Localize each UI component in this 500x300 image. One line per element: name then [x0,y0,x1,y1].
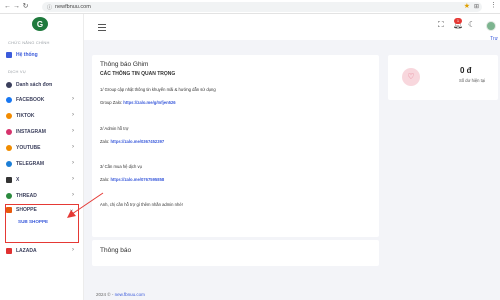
sidebar-item-label: X [16,177,20,183]
bookmark-star-icon[interactable]: ★ [464,2,470,12]
card-title: Thông báo Ghim [100,61,149,68]
browser-toolbar: ← → ↻ ⓘ newfbnuu.com ★ ⊞ ⋮ [0,0,500,14]
sidebar-item-thread[interactable]: THREAD › [6,191,78,201]
sidebar-item-label: TELEGRAM [16,161,45,167]
avatar[interactable] [486,21,496,31]
sidebar-item-instagram[interactable]: INSTAGRAM › [6,127,78,137]
sidebar-item-label: YOUTUBE [16,145,41,151]
sidebar-item-youtube[interactable]: YOUTUBE › [6,143,78,153]
notice-line: Anh, chị cần hỗ trợ gì thêm nhắn admin n… [100,202,183,207]
card-title: Thông báo [100,247,132,254]
sidebar: G CHỨC NĂNG CHÍNH Hệ thống DỊCH VỤ Danh … [0,14,84,300]
chevron-right-icon: › [72,247,74,253]
user-icon [6,82,12,88]
trust-link[interactable]: Trư [490,36,498,42]
telegram-icon [6,161,12,167]
sidebar-item-telegram[interactable]: TELEGRAM › [6,159,78,169]
pinned-notice-card: Thông báo Ghim CÁC THÔNG TIN QUAN TRỌNG … [92,55,379,237]
browser-menu-icon[interactable]: ⋮ [490,1,497,9]
notice-line: 1/ Group cập nhật thông tin khuyến mãi &… [100,87,216,92]
youtube-icon [6,145,12,151]
logo[interactable]: G [32,17,48,31]
facebook-icon [6,97,12,103]
notice-line: 3/ Cần mua hệ dịch vụ [100,164,142,169]
sidebar-subitem-sub-shoppe[interactable]: SUB SHOPPE [18,219,48,224]
chevron-right-icon: › [72,160,74,166]
chevron-right-icon: › [72,128,74,134]
zalo-service-link[interactable]: https://zalo.me/0767595858 [110,177,164,182]
shopee-icon [6,207,12,213]
sidebar-item-shoppe[interactable]: SHOPPE ⌄ [6,205,78,215]
zalo-group-link[interactable]: https://zalo.me/g/Infjen526 [123,100,175,105]
top-header: ⛶ 🔔︎ 1 ☾ [84,14,500,40]
zalo-admin-link[interactable]: https://zalo.me/0367452397 [110,139,164,144]
footer: 2024 © - new.fbnuu.com [96,292,145,297]
section-label-main: CHỨC NĂNG CHÍNH [8,40,50,45]
sidebar-item-label: SHOPPE [16,207,37,213]
chevron-right-icon: › [72,96,74,102]
footer-link[interactable]: new.fbnuu.com [115,292,145,297]
logo-text: G [36,19,44,29]
lazada-icon [6,248,12,254]
chevron-right-icon: › [72,112,74,118]
notice-line: Zalo: https://zalo.me/0767595858 [100,177,165,182]
chevron-right-icon: › [72,192,74,198]
sidebar-item-label: TIKTOK [16,113,35,119]
extensions-icon[interactable]: ⊞ [474,2,479,12]
chevron-right-icon: › [72,176,74,182]
sidebar-item-label: LAZADA [16,248,37,254]
balance-caption: Số dư hiện tại [459,78,486,83]
sidebar-item-label: FACEBOOK [16,97,45,103]
fullscreen-icon[interactable]: ⛶ [438,20,444,30]
back-icon[interactable]: ← [3,1,12,13]
sidebar-item-x[interactable]: X › [6,175,78,185]
chevron-down-icon: ⌄ [68,207,74,213]
chevron-right-icon: › [72,144,74,150]
sidebar-item-label: THREAD [16,193,37,199]
notification-badge: 1 [454,18,462,24]
notice-line: 2/ Admin hỗ trợ [100,126,129,131]
card-heading: CÁC THÔNG TIN QUAN TRỌNG [100,71,176,77]
instagram-icon [6,129,12,135]
monitor-icon [6,52,12,58]
sidebar-item-system[interactable]: Hệ thống [6,50,78,60]
section-label-services: DỊCH VỤ [8,69,26,74]
notice-card: Thông báo [92,240,379,266]
sidebar-item-orders[interactable]: Danh sách đơn [6,80,78,90]
x-icon [6,177,12,183]
moon-icon[interactable]: ☾ [468,20,475,29]
address-bar[interactable]: ⓘ newfbnuu.com ★ ⊞ [42,2,482,12]
hamburger-menu-icon[interactable] [98,24,106,33]
sidebar-item-label: Danh sách đơn [16,82,53,88]
sidebar-item-lazada[interactable]: LAZADA › [6,246,78,256]
reload-icon[interactable]: ↻ [21,1,30,13]
sidebar-item-label: INSTAGRAM [16,129,46,135]
site-info-icon[interactable]: ⓘ [47,4,52,11]
balance-card: ♡ 0 đ Số dư hiện tại [388,55,498,100]
forward-icon[interactable]: → [12,1,21,13]
tiktok-icon [6,113,12,119]
sidebar-item-tiktok[interactable]: TIKTOK › [6,111,78,121]
heart-icon: ♡ [402,68,420,86]
balance-value: 0 đ [460,66,472,75]
url-text: newfbnuu.com [55,4,91,10]
sidebar-item-facebook[interactable]: FACEBOOK › [6,95,78,105]
sidebar-item-label: Hệ thống [16,52,38,58]
thread-icon [6,193,12,199]
notice-line: Group Zalo: https://zalo.me/g/Infjen526 [100,100,176,105]
notice-line: Zalo: https://zalo.me/0367452397 [100,139,165,144]
